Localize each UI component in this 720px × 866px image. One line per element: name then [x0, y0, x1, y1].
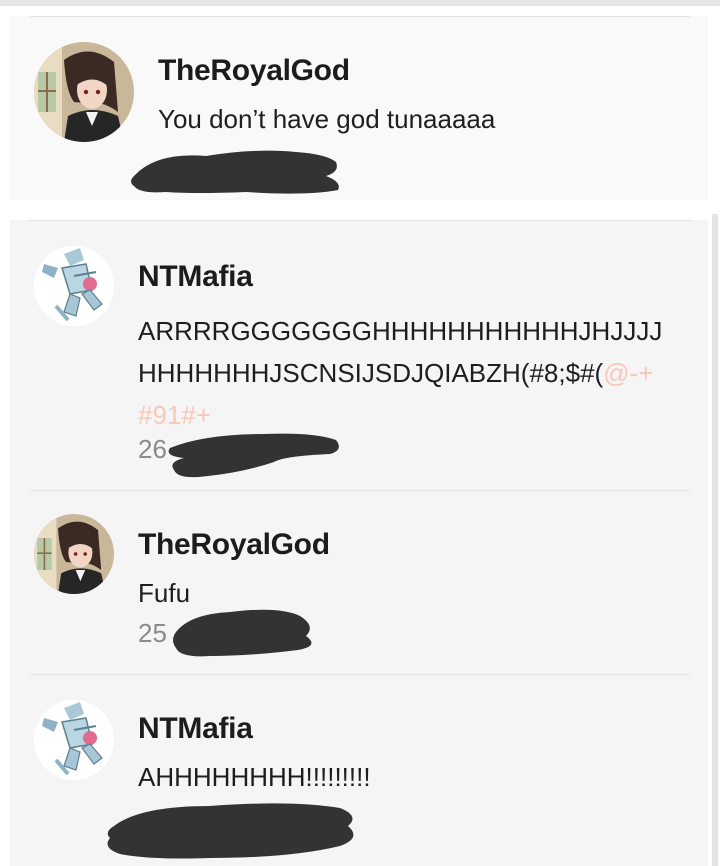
comment-message: ARRRRGGGGGGGHHHHHHHHHHHJHJJJJ HHHHHHHJSC…	[138, 310, 662, 436]
redaction-scribble	[173, 609, 312, 657]
anime-character-avatar-icon[interactable]	[34, 514, 114, 594]
anime-character-avatar-icon[interactable]	[34, 42, 134, 142]
top-edge-strip	[0, 0, 720, 6]
redaction-scribble	[131, 150, 339, 194]
comment-timestamp: 26	[138, 434, 167, 464]
message-text: ARRRRGGGGGGGHHHHHHHHHHHJHJJJJ	[138, 316, 663, 346]
comment-divider	[30, 674, 690, 675]
redaction-scribble	[107, 803, 354, 859]
comment-message: You don’t have god tunaaaaa	[158, 104, 495, 135]
comment-divider	[30, 490, 690, 491]
comment-item: TheRoyalGod You don’t have god tunaaaaa	[10, 16, 708, 200]
message-line: ARRRRGGGGGGGHHHHHHHHHHHJHJJJJ	[138, 310, 662, 352]
comment-divider	[30, 16, 690, 17]
comment-username[interactable]: TheRoyalGod	[138, 528, 330, 562]
comment-item: TheRoyalGod Fufu 25	[10, 490, 708, 674]
comment-message: AHHHHHHHH!!!!!!!!!	[138, 762, 371, 793]
message-line: You don’t have god tunaaaaa	[158, 104, 496, 134]
redaction-scribble	[168, 433, 339, 478]
robot-mech-avatar-icon[interactable]	[34, 700, 114, 780]
message-line: AHHHHHHHH!!!!!!!!!	[138, 762, 371, 792]
message-faint-text: @-+	[603, 358, 654, 388]
robot-mech-avatar-icon[interactable]	[34, 246, 114, 326]
comment-divider	[30, 220, 690, 221]
comment-username[interactable]: NTMafia	[138, 260, 253, 294]
comment-username[interactable]: TheRoyalGod	[158, 54, 350, 88]
comment-item: NTMafia ARRRRGGGGGGGHHHHHHHHHHHJHJJJJ HH…	[10, 220, 708, 490]
message-line: HHHHHHHJSCNSIJSDJQIABZH(#8;$#(@-+	[138, 352, 662, 394]
comment-username[interactable]: NTMafia	[138, 712, 253, 746]
comment-item: NTMafia AHHHHHHHH!!!!!!!!!	[10, 674, 708, 866]
message-text: HHHHHHHJSCNSIJSDJQIABZH(#8;$#(	[138, 358, 604, 388]
scrollbar[interactable]	[712, 214, 718, 866]
comment-timestamp: 25	[138, 618, 167, 648]
